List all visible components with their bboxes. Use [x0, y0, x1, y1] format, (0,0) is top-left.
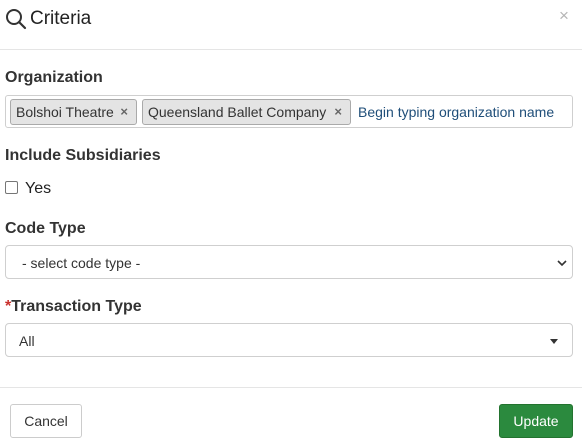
dialog-header: Criteria ×	[0, 0, 582, 50]
transaction-type-selected: All	[19, 333, 35, 349]
code-type-label: Code Type	[5, 220, 86, 237]
include-subsidiaries-label: Include Subsidiaries	[5, 147, 161, 164]
transaction-type-select[interactable]: All	[5, 323, 573, 357]
organization-chip: Queensland Ballet Company ×	[142, 99, 351, 125]
update-button[interactable]: Update	[499, 404, 573, 438]
chevron-down-icon	[557, 260, 567, 267]
chip-remove-icon[interactable]: ×	[120, 100, 128, 124]
close-icon[interactable]: ×	[559, 6, 569, 26]
search-icon	[6, 9, 27, 30]
include-subsidiaries-option-label[interactable]: Yes	[25, 179, 51, 199]
code-type-select[interactable]: - select code type -	[5, 245, 573, 279]
chip-label: Bolshoi Theatre	[16, 104, 114, 120]
organization-chip: Bolshoi Theatre ×	[10, 99, 137, 125]
organization-label: Organization	[5, 69, 103, 86]
transaction-type-label: *Transaction Type	[5, 297, 142, 317]
chip-remove-icon[interactable]: ×	[334, 100, 342, 124]
chip-label: Queensland Ballet Company	[148, 104, 327, 120]
cancel-button[interactable]: Cancel	[10, 404, 82, 438]
organization-search-input[interactable]	[358, 102, 568, 122]
dialog-title: Criteria	[30, 8, 92, 29]
dialog-footer: Cancel Update	[0, 387, 582, 448]
include-subsidiaries-checkbox[interactable]	[5, 181, 18, 194]
caret-down-icon	[550, 339, 558, 344]
organization-multiselect[interactable]: Bolshoi Theatre × Queensland Ballet Comp…	[5, 95, 573, 128]
transaction-type-label-text: Transaction Type	[11, 298, 142, 315]
code-type-selected: - select code type -	[22, 255, 141, 271]
